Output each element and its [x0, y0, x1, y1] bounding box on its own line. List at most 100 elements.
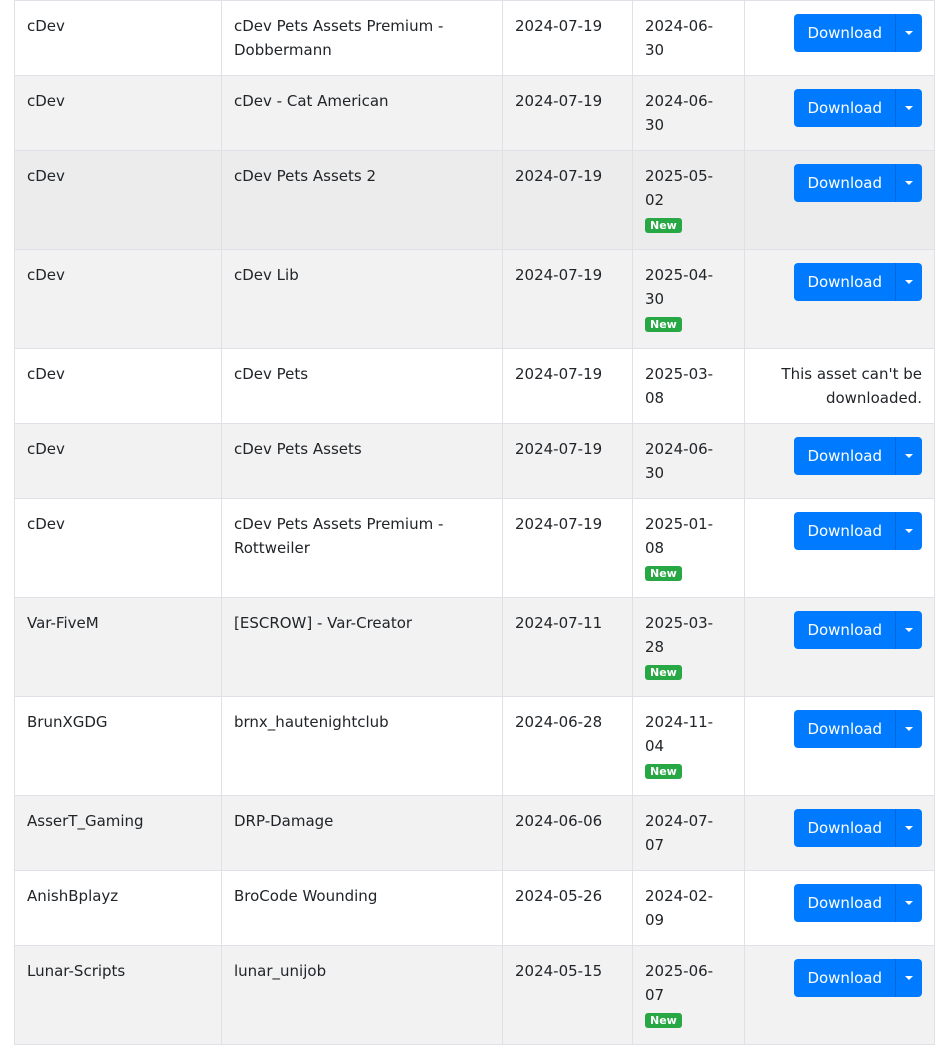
author-cell: Var-FiveM: [14, 597, 222, 697]
download-dropdown-toggle[interactable]: [895, 710, 922, 748]
download-button[interactable]: Download: [794, 14, 895, 52]
update-date-cell: 2025-03-28 New: [632, 597, 745, 697]
download-button[interactable]: Download: [794, 884, 895, 922]
update-date-cell: 2024-06-30: [632, 0, 745, 76]
caret-down-icon: [905, 529, 913, 533]
caret-down-icon: [905, 181, 913, 185]
update-date-text: 2024-06-30: [645, 440, 714, 482]
action-cell: Download: [744, 498, 935, 598]
author-cell: cDev: [14, 423, 222, 499]
update-date-cell: 2025-03-08: [632, 348, 745, 424]
download-button-group: Download: [794, 89, 922, 127]
asset-name-cell: BroCode Wounding: [221, 870, 503, 946]
update-date-cell: 2025-06-07 New: [632, 945, 745, 1045]
table-row: BrunXGDG brnx_hautenightclub 2024-06-28 202…: [14, 696, 935, 796]
download-button[interactable]: Download: [794, 710, 895, 748]
action-cell: Download: [744, 795, 935, 871]
download-button[interactable]: Download: [794, 512, 895, 550]
download-button[interactable]: Download: [794, 809, 895, 847]
table-row: Var-FiveM [ESCROW] - Var-Creator 2024-07-1…: [14, 597, 935, 697]
download-button-group: Download: [794, 884, 922, 922]
download-button-group: Download: [794, 14, 922, 52]
asset-name-cell: cDev Pets Assets 2: [221, 150, 503, 250]
download-dropdown-toggle[interactable]: [895, 959, 922, 997]
table-row: Lunar-Scripts lunar_unijob 2024-05-15 2025-…: [14, 945, 935, 1045]
asset-name-cell: cDev - Cat American: [221, 75, 503, 151]
assets-table-body: cDev cDev Pets Assets Premium - Dobberman…: [14, 0, 935, 1045]
update-date-cell: 2025-05-02 New: [632, 150, 745, 250]
download-button[interactable]: Download: [794, 959, 895, 997]
download-dropdown-toggle[interactable]: [895, 884, 922, 922]
download-dropdown-toggle[interactable]: [895, 512, 922, 550]
author-cell: AnishBplayz: [14, 870, 222, 946]
download-button[interactable]: Download: [794, 164, 895, 202]
release-date-cell: 2024-07-19: [502, 150, 633, 250]
release-date-cell: 2024-07-11: [502, 597, 633, 697]
release-date-cell: 2024-07-19: [502, 249, 633, 349]
author-cell: cDev: [14, 498, 222, 598]
download-button[interactable]: Download: [794, 263, 895, 301]
update-date-cell: 2024-06-30: [632, 75, 745, 151]
caret-down-icon: [905, 31, 913, 35]
asset-name-cell: cDev Pets Assets Premium - Dobbermann: [221, 0, 503, 76]
update-date-text: 2024-11-04: [645, 713, 714, 755]
table-row: cDev cDev Pets 2024-07-19 2025-03-08 This as…: [14, 348, 935, 424]
download-button-group: Download: [794, 959, 922, 997]
table-row: AsserT_Gaming DRP-Damage 2024-06-06 2024-07…: [14, 795, 935, 871]
assets-table: cDev cDev Pets Assets Premium - Dobberman…: [14, 0, 935, 1045]
author-cell: Lunar-Scripts: [14, 945, 222, 1045]
release-date-cell: 2024-07-19: [502, 0, 633, 76]
update-date-text: 2025-05-02: [645, 167, 714, 209]
table-row: cDev cDev Pets Assets 2 2024-07-19 2025-05-…: [14, 150, 935, 250]
action-cell: Download: [744, 0, 935, 76]
download-button-group: Download: [794, 263, 922, 301]
table-row: cDev cDev Pets Assets Premium - Dobberman…: [14, 0, 935, 76]
action-cell: Download: [744, 696, 935, 796]
new-badge: New: [645, 1013, 682, 1028]
release-date-cell: 2024-06-28: [502, 696, 633, 796]
caret-down-icon: [905, 976, 913, 980]
download-dropdown-toggle[interactable]: [895, 437, 922, 475]
new-badge: New: [645, 218, 682, 233]
author-cell: AsserT_Gaming: [14, 795, 222, 871]
update-date-text: 2025-04-30: [645, 266, 714, 308]
update-date-text: 2025-03-28: [645, 614, 714, 656]
download-button[interactable]: Download: [794, 437, 895, 475]
download-button[interactable]: Download: [794, 89, 895, 127]
download-button-group: Download: [794, 437, 922, 475]
caret-down-icon: [905, 628, 913, 632]
new-badge: New: [645, 665, 682, 680]
download-dropdown-toggle[interactable]: [895, 611, 922, 649]
download-dropdown-toggle[interactable]: [895, 263, 922, 301]
download-dropdown-toggle[interactable]: [895, 89, 922, 127]
download-dropdown-toggle[interactable]: [895, 809, 922, 847]
action-cell: Download: [744, 870, 935, 946]
update-date-text: 2025-03-08: [645, 365, 714, 407]
author-cell: BrunXGDG: [14, 696, 222, 796]
release-date-cell: 2024-06-06: [502, 795, 633, 871]
asset-name-cell: cDev Pets Assets: [221, 423, 503, 499]
update-date-cell: 2024-02-09: [632, 870, 745, 946]
download-dropdown-toggle[interactable]: [895, 164, 922, 202]
download-dropdown-toggle[interactable]: [895, 14, 922, 52]
new-badge: New: [645, 764, 682, 779]
asset-name-cell: cDev Lib: [221, 249, 503, 349]
author-cell: cDev: [14, 249, 222, 349]
action-cell: Download: [744, 597, 935, 697]
download-button-group: Download: [794, 809, 922, 847]
caret-down-icon: [905, 454, 913, 458]
author-cell: cDev: [14, 0, 222, 76]
caret-down-icon: [905, 106, 913, 110]
assets-table-wrapper: cDev cDev Pets Assets Premium - Dobberman…: [14, 0, 935, 1045]
caret-down-icon: [905, 901, 913, 905]
update-date-text: 2024-06-30: [645, 92, 714, 134]
update-date-cell: 2025-01-08 New: [632, 498, 745, 598]
release-date-cell: 2024-05-26: [502, 870, 633, 946]
action-cell: This asset can't be downloaded.: [744, 348, 935, 424]
asset-name-cell: cDev Pets Assets Premium - Rottweiler: [221, 498, 503, 598]
table-row: cDev cDev Pets Assets Premium - Rottweile…: [14, 498, 935, 598]
table-row: cDev cDev - Cat American 2024-07-19 2024-06…: [14, 75, 935, 151]
download-button[interactable]: Download: [794, 611, 895, 649]
download-button-group: Download: [794, 611, 922, 649]
update-date-cell: 2024-07-07: [632, 795, 745, 871]
